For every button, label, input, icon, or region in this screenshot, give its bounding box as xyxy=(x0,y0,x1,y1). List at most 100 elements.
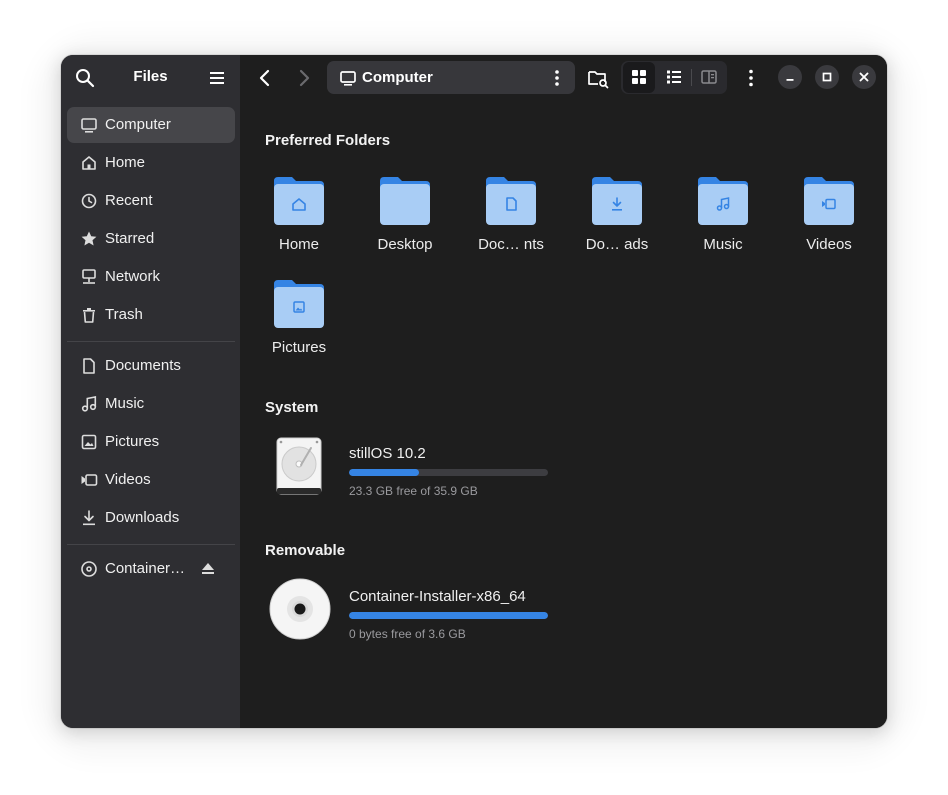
pictures-icon xyxy=(81,434,97,450)
folder-home[interactable]: Home xyxy=(249,173,349,253)
network-icon xyxy=(82,269,96,284)
location-label: Computer xyxy=(362,69,433,86)
close-icon xyxy=(859,72,869,82)
drive-usage-bar xyxy=(349,469,548,476)
forward-arrow-icon[interactable] xyxy=(291,65,317,91)
sidebar-item-label: Starred xyxy=(105,230,155,247)
folder-label: Videos xyxy=(806,236,852,253)
home-icon xyxy=(82,156,96,170)
sidebar-item-container-disc[interactable]: Container… xyxy=(67,551,235,587)
sidebar-header: Files xyxy=(61,55,240,101)
computer-icon xyxy=(81,118,97,133)
drive-usage-bar xyxy=(349,612,548,619)
folder-label: Music xyxy=(703,236,743,253)
recent-icon xyxy=(81,193,97,209)
preview-pane-button[interactable] xyxy=(693,62,725,93)
sidebar-item-documents[interactable]: Documents xyxy=(67,348,235,384)
folder-label: Do… ads xyxy=(585,236,649,253)
star-icon xyxy=(81,231,97,246)
sidebar-item-trash[interactable]: Trash xyxy=(67,297,235,333)
drive-free-space: 23.3 GB free of 35.9 GB xyxy=(349,484,478,498)
eject-icon[interactable] xyxy=(199,560,217,578)
more-options-icon[interactable] xyxy=(738,65,764,91)
system-heading: System xyxy=(265,399,319,416)
computer-icon xyxy=(340,71,356,86)
files-window: Files Computer Home Recent Starred Netwo… xyxy=(61,55,887,728)
drive-system[interactable]: stillOS 10.2 23.3 GB free of 35.9 GB xyxy=(268,434,668,504)
sidebar-item-label: Documents xyxy=(105,357,181,374)
videos-folder-icon xyxy=(804,177,854,225)
folder-desktop[interactable]: Desktop xyxy=(355,173,455,253)
drive-name: Container-Installer-x86_64 xyxy=(349,588,526,605)
sidebar-separator xyxy=(67,544,235,545)
harddisk-icon xyxy=(276,437,322,495)
list-view-icon xyxy=(667,70,681,84)
pictures-folder-icon xyxy=(274,280,324,328)
folder-videos[interactable]: Videos xyxy=(779,173,879,253)
drive-free-space: 0 bytes free of 3.6 GB xyxy=(349,627,466,641)
drive-usage-fill xyxy=(349,469,419,476)
folder-documents[interactable]: Doc… nts xyxy=(461,173,561,253)
desktop-folder-icon xyxy=(380,177,430,225)
drive-usage-fill xyxy=(349,612,548,619)
download-icon xyxy=(83,510,95,526)
maximize-button[interactable] xyxy=(815,65,839,89)
music-folder-icon xyxy=(698,177,748,225)
folder-pictures[interactable]: Pictures xyxy=(249,276,349,356)
preferred-folders-heading: Preferred Folders xyxy=(265,132,391,149)
location-bar[interactable]: Computer xyxy=(327,61,575,94)
grid-view-button[interactable] xyxy=(623,62,655,93)
drive-removable[interactable]: Container-Installer-x86_64 0 bytes free … xyxy=(268,577,668,647)
folder-label: Pictures xyxy=(271,339,327,356)
main-content: Computer Preferred Folders Home Desktop … xyxy=(240,55,887,728)
sidebar-item-recent[interactable]: Recent xyxy=(67,183,235,219)
back-arrow-icon[interactable] xyxy=(252,65,278,91)
list-view-button[interactable] xyxy=(658,62,690,93)
drive-name: stillOS 10.2 xyxy=(349,445,426,462)
downloads-folder-icon xyxy=(592,177,642,225)
removable-heading: Removable xyxy=(265,542,346,559)
search-folder-icon[interactable] xyxy=(585,65,611,91)
sidebar-item-label: Downloads xyxy=(105,509,180,526)
documents-folder-icon xyxy=(486,177,536,225)
videos-icon xyxy=(81,474,98,486)
sidebar-item-videos[interactable]: Videos xyxy=(67,462,235,498)
grid-view-icon xyxy=(632,70,646,84)
sidebar-item-label: Network xyxy=(105,268,161,285)
folder-label: Desktop xyxy=(377,236,433,253)
folder-label: Doc… nts xyxy=(478,236,544,253)
sidebar-item-network[interactable]: Network xyxy=(67,259,235,295)
location-menu-icon[interactable] xyxy=(547,68,567,88)
sidebar: Files Computer Home Recent Starred Netwo… xyxy=(61,55,240,728)
sidebar-item-label: Container… xyxy=(105,560,186,577)
minimize-button[interactable] xyxy=(778,65,802,89)
folder-downloads[interactable]: Do… ads xyxy=(567,173,667,253)
document-icon xyxy=(83,358,95,374)
sidebar-item-starred[interactable]: Starred xyxy=(67,221,235,257)
sidebar-item-label: Videos xyxy=(105,471,151,488)
sidebar-separator xyxy=(67,341,235,342)
maximize-icon xyxy=(822,72,832,82)
sidebar-item-home[interactable]: Home xyxy=(67,145,235,181)
sidebar-item-label: Home xyxy=(105,154,146,171)
folder-music[interactable]: Music xyxy=(673,173,773,253)
home-folder-icon xyxy=(274,177,324,225)
sidebar-item-label: Recent xyxy=(105,192,153,209)
sidebar-item-computer[interactable]: Computer xyxy=(67,107,235,143)
folder-label: Home xyxy=(278,236,319,253)
sidebar-item-music[interactable]: Music xyxy=(67,386,235,422)
optical-disc-icon xyxy=(269,578,331,640)
minimize-icon xyxy=(786,79,794,81)
music-icon xyxy=(81,396,97,412)
sidebar-pane-icon xyxy=(701,70,717,84)
sidebar-item-label: Trash xyxy=(105,306,143,323)
sidebar-item-downloads[interactable]: Downloads xyxy=(67,500,235,536)
close-button[interactable] xyxy=(852,65,876,89)
trash-icon xyxy=(83,308,95,323)
view-toggle-group xyxy=(621,61,727,94)
view-separator xyxy=(691,69,692,86)
sidebar-item-label: Computer xyxy=(105,116,171,133)
hamburger-menu-icon[interactable] xyxy=(205,66,229,90)
sidebar-item-pictures[interactable]: Pictures xyxy=(67,424,235,460)
sidebar-item-label: Pictures xyxy=(105,433,160,450)
